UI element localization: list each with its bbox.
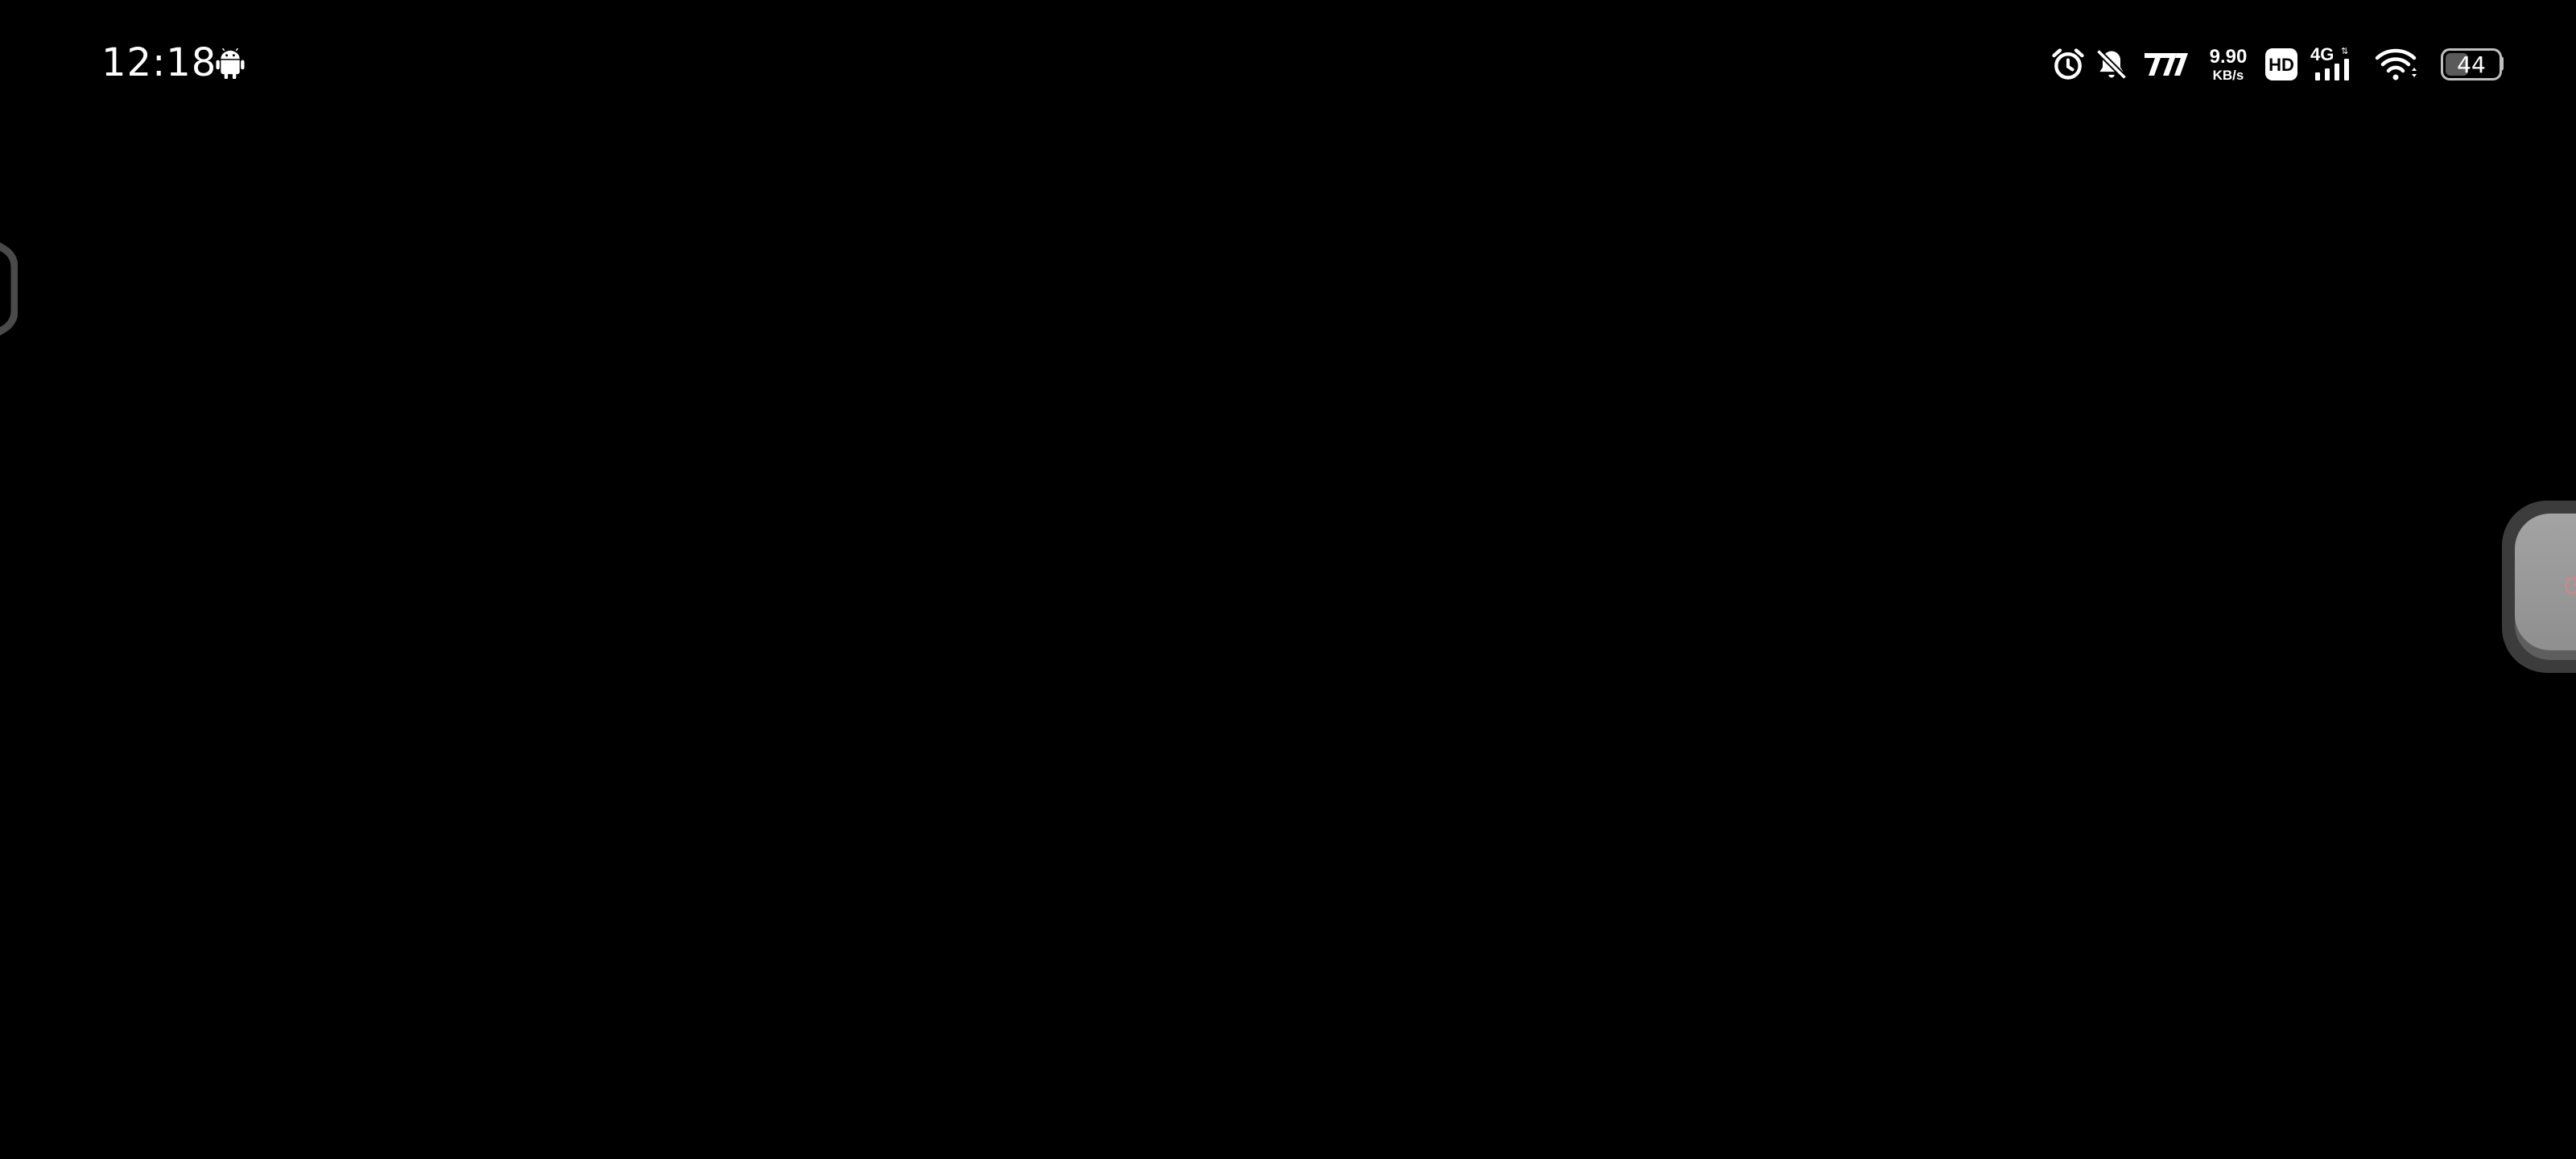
android-icon (216, 48, 245, 79)
battery-level: 44 (2457, 51, 2486, 78)
edge-panel-handle[interactable] (0, 229, 18, 349)
status-bar: 12:18 9.90 KB/s HD 4G ⇅ 44 (0, 0, 2576, 129)
network-speed: 9.90 KB/s (2206, 42, 2251, 87)
svg-text:⇅: ⇅ (2341, 47, 2348, 56)
network-type: 4G (2310, 45, 2334, 64)
floating-ball-button[interactable] (2515, 514, 2576, 650)
hd-label: HD (2268, 55, 2294, 75)
floating-ball[interactable] (2502, 501, 2576, 673)
status-time: 12:18 (101, 40, 217, 85)
network-speed-unit: KB/s (2212, 67, 2244, 83)
network-speed-value: 9.90 (2209, 45, 2248, 68)
battery-tip (2500, 56, 2504, 71)
alarm-icon (2048, 42, 2088, 87)
battery-icon: 44 (2436, 42, 2507, 87)
battery-body: 44 (2441, 48, 2502, 80)
hd-icon: HD (2264, 42, 2299, 87)
screen: 12:18 9.90 KB/s HD 4G ⇅ 44 (0, 0, 2576, 1159)
gamepad-icon (2565, 577, 2576, 595)
status-icons: 9.90 KB/s HD 4G ⇅ 44 (2048, 42, 2507, 87)
bell-off-icon (2091, 42, 2132, 87)
wifi-icon (2375, 42, 2418, 87)
signal-icon: 4G ⇅ (2310, 42, 2362, 87)
carrier-icon (2140, 42, 2193, 87)
